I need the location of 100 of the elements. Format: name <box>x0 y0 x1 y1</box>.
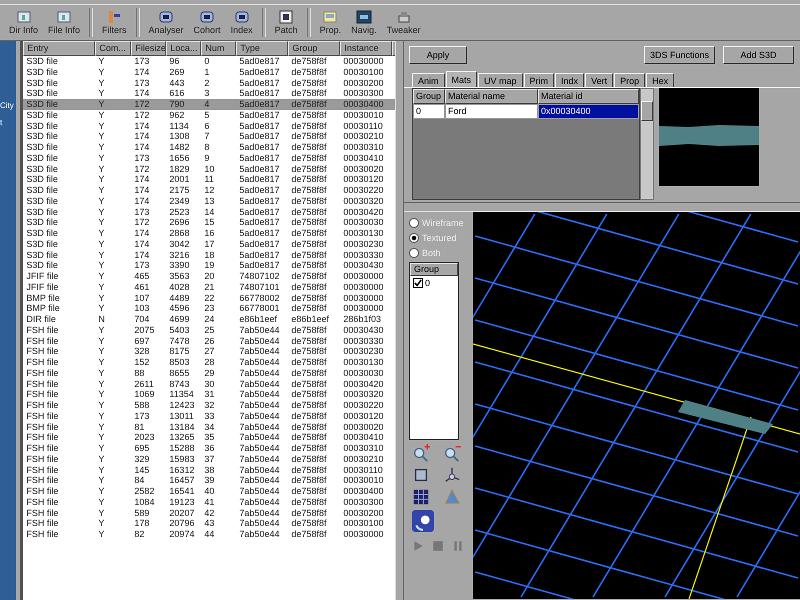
column-header[interactable]: Num <box>201 41 236 56</box>
table-row[interactable]: FSH file Y 2075 5403 25 7ab50e44 de758f8f 00030430 <box>23 324 396 336</box>
toolbar-button[interactable]: Filters <box>97 6 132 39</box>
table-cell-text: 2349 <box>168 196 190 206</box>
table-row[interactable]: S3D file Y 174 3216 18 5ad0e817 de758f8f 00030330 <box>23 250 396 260</box>
table-row[interactable]: BMP file Y 103 4596 23 66778001 de758f8f 00030000 <box>23 303 396 314</box>
tab[interactable]: Indx <box>555 73 584 87</box>
column-header[interactable]: Entry <box>23 41 96 56</box>
table-row[interactable]: S3D file Y 174 1134 6 5ad0e817 de758f8f 00030110 <box>23 120 396 132</box>
table-row[interactable]: S3D file Y 174 2349 13 5ad0e817 de758f8f 00030320 <box>23 196 396 206</box>
column-header[interactable]: Material id <box>538 89 639 104</box>
column-header[interactable]: Group <box>288 41 340 56</box>
toolbar-button[interactable]: Patch <box>270 6 303 39</box>
column-header[interactable]: Loca... <box>166 41 202 56</box>
table-row[interactable]: FSH file Y 2582 16541 40 7ab50e44 de758f8f 00030400 <box>23 486 396 497</box>
splitter-bar[interactable] <box>395 41 404 600</box>
table-row[interactable]: S3D file Y 173 1656 9 5ad0e817 de758f8f 00030410 <box>23 152 396 164</box>
tab[interactable]: UV map <box>478 73 523 87</box>
table-row[interactable]: FSH file Y 589 20207 42 7ab50e44 de758f8f 00030200 <box>23 508 396 518</box>
column-header[interactable]: Com... <box>95 41 132 56</box>
checkbox[interactable] <box>413 278 423 288</box>
table-row[interactable]: S3D file Y 172 2696 15 5ad0e817 de758f8f 00030030 <box>23 217 396 228</box>
table-row[interactable]: JFIF file Y 465 3563 20 74807102 de758f8f 00030000 <box>23 271 396 282</box>
table-row[interactable]: FSH file Y 178 20796 43 7ab50e44 de758f8f 00030100 <box>23 518 396 529</box>
table-row[interactable]: S3D file Y 174 2868 16 5ad0e817 de758f8f 00030130 <box>23 228 396 239</box>
tab[interactable]: Anim <box>412 73 445 87</box>
table-row[interactable]: FSH file Y 2611 8743 30 7ab50e44 de758f8f 00030420 <box>23 378 396 390</box>
grid-icon[interactable] <box>412 488 430 506</box>
light-icon[interactable] <box>412 510 434 532</box>
table-row[interactable]: S3D file Y 174 1482 8 5ad0e817 de758f8f 00030310 <box>23 142 396 153</box>
scrollbar[interactable] <box>640 88 654 200</box>
fit-view-icon[interactable] <box>412 466 430 484</box>
table-cell-text: de758f8f <box>290 66 328 78</box>
radio-button[interactable] <box>409 218 419 228</box>
table-cell-text: 00030430 <box>342 324 384 336</box>
column-header[interactable]: Group <box>410 263 458 276</box>
apply-button[interactable]: Apply <box>409 46 467 64</box>
table-row[interactable]: S3D file Y 174 1308 7 5ad0e817 de758f8f 00030210 <box>23 131 396 142</box>
sidebar-item[interactable]: t <box>0 118 16 127</box>
table-row[interactable]: S3D file Y 174 2001 11 5ad0e817 de758f8f 00030120 <box>23 174 396 185</box>
table-row[interactable]: S3D file Y 174 3042 17 5ad0e817 de758f8f 00030230 <box>23 238 396 250</box>
table-row[interactable]: FSH file Y 82 20974 44 7ab50e44 de758f8f 00030000 <box>23 529 396 540</box>
table-row[interactable]: S3D file Y 172 1829 10 5ad0e817 de758f8f 00030020 <box>23 164 396 174</box>
tab[interactable]: Prim <box>524 73 554 87</box>
toolbar-button[interactable]: Tweaker <box>382 6 426 39</box>
tab[interactable]: Vert <box>585 73 614 87</box>
table-row[interactable]: FSH file Y 1084 19123 41 7ab50e44 de758f8f 00030300 <box>23 496 396 508</box>
axis-icon[interactable] <box>443 466 461 484</box>
table-row[interactable]: FSH file Y 1069 11354 31 7ab50e44 de758f8f 00030320 <box>23 389 396 400</box>
table-row[interactable]: S3D file Y 173 2523 14 5ad0e817 de758f8f 00030420 <box>23 206 396 218</box>
action-button[interactable]: 3DS Functions <box>644 46 715 64</box>
table-cell-text: 7ab50e44 <box>238 496 280 508</box>
toolbar-button[interactable]: Analyser <box>144 6 189 39</box>
toolbar-button[interactable]: Cohort <box>188 6 226 39</box>
column-header[interactable]: Filesize <box>131 41 166 56</box>
column-header[interactable]: Instance <box>340 41 392 56</box>
toolbar-button[interactable]: Dir Info <box>4 6 44 39</box>
table-row[interactable]: S3D file Y 174 616 3 5ad0e817 de758f8f 00030300 <box>23 88 396 99</box>
table-cell[interactable]: 0x00030400 <box>538 104 639 119</box>
table-row[interactable]: S3D file Y 174 2175 12 5ad0e817 de758f8f 00030220 <box>23 185 396 196</box>
toolbar-button[interactable]: Navig. <box>346 6 382 39</box>
table-row[interactable]: FSH file Y 2023 13265 35 7ab50e44 de758f8f 00030410 <box>23 432 396 443</box>
table-row[interactable]: FSH file Y 84 16457 39 7ab50e44 de758f8f 00030010 <box>23 475 396 486</box>
table-row[interactable]: DIR file N 704 4699 24 e86b1eef e86b1eef 286b1f03 <box>23 314 396 325</box>
table-row[interactable]: S3D file Y 173 96 0 5ad0e817 de758f8f 00030000 <box>23 56 396 67</box>
table-row[interactable]: JFIF file Y 461 4028 21 74807101 de758f8f 00030000 <box>23 282 396 292</box>
table-row[interactable]: FSH file Y 328 8175 27 7ab50e44 de758f8f 00030230 <box>23 346 396 357</box>
table-row[interactable]: FSH file Y 173 13011 33 7ab50e44 de758f8f 00030120 <box>23 410 396 422</box>
tab[interactable]: Prop <box>614 73 646 87</box>
table-row[interactable]: BMP file Y 107 4489 22 66778002 de758f8f 00030000 <box>23 292 396 304</box>
group-item-label[interactable]: 0 <box>425 278 430 288</box>
table-row[interactable]: S3D file Y 172 790 4 5ad0e817 de758f8f 00030400 <box>23 99 396 110</box>
table-row[interactable]: FSH file Y 588 12423 32 7ab50e44 de758f8f 00030220 <box>23 400 396 411</box>
tab[interactable]: Hex <box>646 73 674 87</box>
toolbar-button[interactable]: File Info <box>43 6 86 39</box>
zoom-in-icon[interactable] <box>412 444 430 462</box>
column-header[interactable]: Group <box>413 89 445 104</box>
table-row[interactable]: S3D file Y 173 443 2 5ad0e817 de758f8f 00030200 <box>23 78 396 88</box>
table-row[interactable]: FSH file Y 145 16312 38 7ab50e44 de758f8f 00030110 <box>23 464 396 476</box>
tab[interactable]: Mats <box>446 71 478 87</box>
table-row[interactable]: FSH file Y 81 13184 34 7ab50e44 de758f8f 00030020 <box>23 422 396 432</box>
sidebar-item[interactable]: City <box>0 101 16 110</box>
table-row[interactable]: S3D file Y 173 3390 19 5ad0e817 de758f8f 00030430 <box>23 260 396 271</box>
toolbar-button[interactable]: Index <box>226 6 258 39</box>
splitter-bar[interactable] <box>404 202 800 212</box>
column-header[interactable]: Type <box>236 41 288 56</box>
table-row[interactable]: FSH file Y 697 7478 26 7ab50e44 de758f8f 00030330 <box>23 336 396 346</box>
toolbar-button[interactable]: Prop. <box>314 6 346 39</box>
table-row[interactable]: FSH file Y 152 8503 28 7ab50e44 de758f8f 00030130 <box>23 357 396 368</box>
table-row[interactable]: S3D file Y 174 269 1 5ad0e817 de758f8f 00030100 <box>23 66 396 78</box>
table-row[interactable]: FSH file Y 88 8655 29 7ab50e44 de758f8f 00030030 <box>23 368 396 378</box>
table-row[interactable]: S3D file Y 172 962 5 5ad0e817 de758f8f 00030010 <box>23 110 396 120</box>
table-cell-text: 5 <box>203 110 210 120</box>
table-row[interactable]: FSH file Y 329 15983 37 7ab50e44 de758f8f 00030210 <box>23 454 396 464</box>
zoom-out-icon[interactable] <box>443 444 461 462</box>
column-header[interactable]: Material name <box>445 89 538 104</box>
action-button[interactable]: Add S3D <box>723 46 794 64</box>
radio-button[interactable] <box>409 232 419 242</box>
radio-button[interactable] <box>409 248 419 258</box>
table-row[interactable]: FSH file Y 695 15288 36 7ab50e44 de758f8f 00030310 <box>23 443 396 454</box>
